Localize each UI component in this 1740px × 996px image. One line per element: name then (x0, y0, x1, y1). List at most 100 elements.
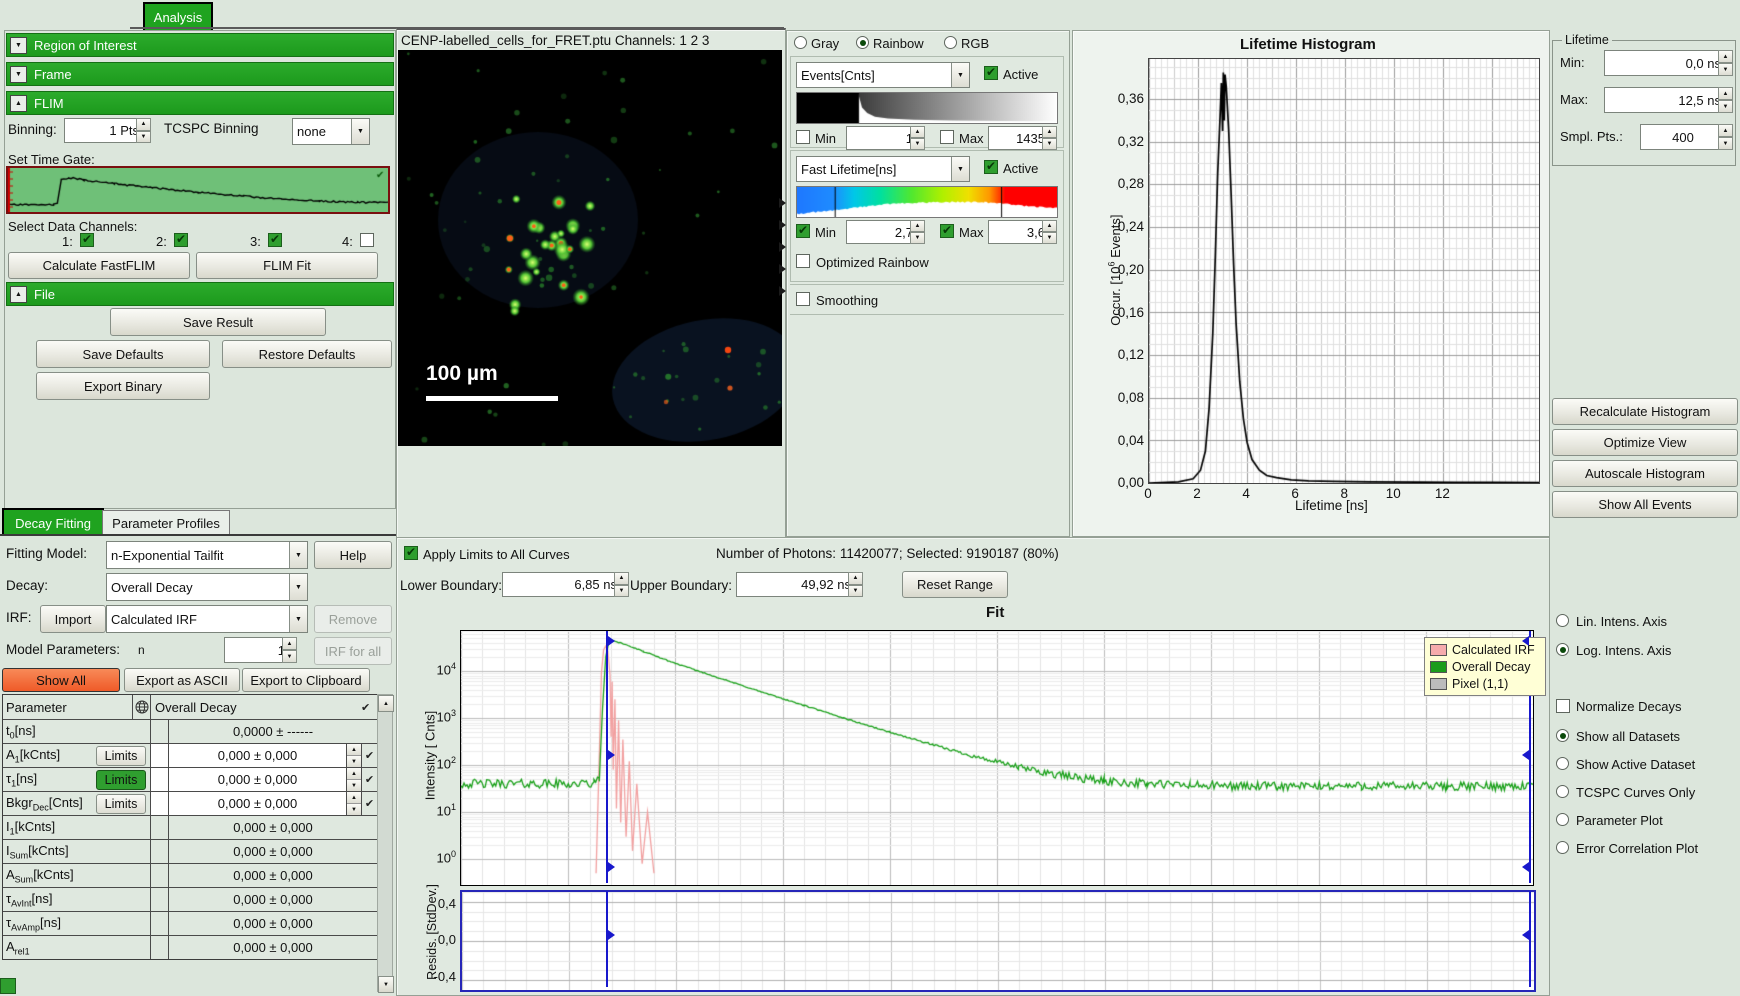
lifetime-min-checkbox[interactable] (796, 224, 810, 238)
save-defaults-button[interactable]: Save Defaults (36, 340, 210, 368)
show-all-button[interactable]: Show All (2, 668, 120, 692)
section-frame[interactable]: ▼ Frame (6, 62, 394, 86)
decay-dropdown[interactable]: Overall Decay ▼ (106, 573, 308, 601)
param-spinner[interactable]: ▲▼ (346, 744, 361, 767)
binning-input[interactable]: 1 Pts (64, 118, 144, 143)
optimized-rainbow-checkbox[interactable] (796, 254, 810, 268)
help-button[interactable]: Help (314, 541, 392, 569)
option-lin-intens-axis[interactable] (1556, 614, 1569, 627)
collapse-icon[interactable]: ▼ (10, 37, 27, 54)
channel-4-checkbox[interactable] (360, 233, 374, 247)
channel-1-checkbox[interactable] (80, 233, 94, 247)
tab-analysis[interactable]: Analysis (143, 2, 213, 30)
fit-check-glyph[interactable]: ✔ (361, 768, 377, 791)
dropdown-arrow-icon[interactable]: ▼ (289, 606, 307, 632)
option-normalize-decays[interactable] (1556, 699, 1570, 713)
intensity-max-spinner[interactable]: ▲▼ (1042, 126, 1057, 150)
flim-image-canvas[interactable] (398, 50, 782, 446)
calculate-fastflim-button[interactable]: Calculate FastFLIM (8, 252, 190, 279)
scroll-down-button[interactable]: ▼ (378, 976, 394, 993)
dropdown-arrow-icon[interactable]: ▼ (289, 542, 307, 568)
restore-defaults-button[interactable]: Restore Defaults (222, 340, 392, 368)
channel-2-checkbox[interactable] (174, 233, 188, 247)
dropdown-arrow-icon[interactable]: ▼ (951, 157, 969, 181)
splitter-arrow-icon[interactable] (779, 264, 786, 274)
show-all-events-button[interactable]: Show All Events (1552, 491, 1738, 518)
autoscale-histogram-button[interactable]: Autoscale Histogram (1552, 460, 1738, 487)
lifetime-min-range-spinner[interactable]: ▲▼ (1718, 50, 1733, 76)
lower-boundary-spinner[interactable]: ▲▼ (614, 572, 629, 597)
lifetime-min-input[interactable]: 2,7 (846, 220, 918, 244)
export-ascii-button[interactable]: Export as ASCII (124, 668, 240, 692)
tcspc-binning-dropdown[interactable]: none ▼ (292, 118, 370, 145)
tab-decay-fitting[interactable]: Decay Fitting (2, 508, 104, 536)
fit-check-glyph[interactable]: ✔ (361, 792, 377, 815)
cursor-handle-icon[interactable] (608, 862, 615, 872)
lifetime-min-spinner[interactable]: ▲▼ (910, 220, 925, 244)
time-gate-widget[interactable] (6, 166, 390, 214)
cursor-handle-icon[interactable] (608, 930, 615, 940)
lifetime-max-range-spinner[interactable]: ▲▼ (1718, 87, 1733, 113)
lifetime-active-checkbox[interactable] (984, 160, 998, 174)
intensity-max-input[interactable]: 1435 (988, 126, 1050, 150)
splitter-arrow-icon[interactable] (779, 286, 786, 296)
sample-points-input[interactable]: 400 (1640, 124, 1726, 150)
lifetime-max-checkbox[interactable] (940, 224, 954, 238)
section-flim[interactable]: ▲ FLIM (6, 91, 394, 115)
globe-icon[interactable] (133, 695, 151, 719)
limits-button[interactable]: Limits (96, 770, 146, 790)
lifetime-min-range-input[interactable]: 0,0 ns (1604, 50, 1726, 76)
residuals-canvas[interactable] (460, 890, 1536, 992)
binning-spinner[interactable]: ▲▼ (136, 118, 151, 143)
intensity-active-checkbox[interactable] (984, 66, 998, 80)
export-clipboard-button[interactable]: Export to Clipboard (242, 668, 370, 692)
smoothing-checkbox[interactable] (796, 292, 810, 306)
sample-points-spinner[interactable]: ▲▼ (1718, 124, 1733, 150)
lifetime-rainbow-strip[interactable] (796, 186, 1058, 218)
cursor-handle-icon[interactable] (1522, 930, 1529, 940)
option-log-intens-axis[interactable] (1556, 643, 1569, 656)
param-spinner[interactable]: ▲▼ (346, 768, 361, 791)
mode-radio-rgb[interactable] (944, 36, 957, 49)
mode-radio-gray[interactable] (794, 36, 807, 49)
intensity-max-checkbox[interactable] (940, 130, 954, 144)
param-value-cell[interactable]: 0,000 ± 0,000 (169, 792, 346, 815)
dropdown-arrow-icon[interactable]: ▼ (289, 574, 307, 600)
lifetime-max-range-input[interactable]: 12,5 ns (1604, 87, 1726, 113)
collapse-icon[interactable]: ▼ (10, 66, 27, 83)
time-gate-canvas[interactable] (8, 168, 388, 212)
option-tcspc-curves-only[interactable] (1556, 785, 1569, 798)
lower-boundary-input[interactable]: 6,85 ns (502, 572, 622, 597)
mode-radio-rainbow[interactable] (856, 36, 869, 49)
tab-parameter-profiles[interactable]: Parameter Profiles (102, 510, 230, 535)
intensity-histogram-strip[interactable] (796, 92, 1058, 124)
fit-check-glyph[interactable]: ✔ (361, 744, 377, 767)
param-spinner[interactable]: ▲▼ (346, 792, 361, 815)
resid-cursor-line[interactable] (1529, 891, 1531, 987)
flim-fit-button[interactable]: FLIM Fit (196, 252, 378, 279)
lifetime-max-input[interactable]: 3,6 (988, 220, 1050, 244)
splitter-arrow-icon[interactable] (779, 220, 786, 230)
option-show-all-datasets[interactable] (1556, 729, 1569, 742)
dropdown-arrow-icon[interactable]: ▼ (951, 63, 969, 87)
lifetime-max-spinner[interactable]: ▲▼ (1042, 220, 1057, 244)
collapse-icon[interactable]: ▲ (10, 95, 27, 112)
irf-remove-button[interactable]: Remove (314, 605, 392, 633)
limits-button[interactable]: Limits (96, 746, 146, 766)
param-value-cell[interactable]: 0,000 ± 0,000 (169, 744, 346, 767)
cursor-handle-icon[interactable] (608, 750, 615, 760)
irf-import-button[interactable]: Import (40, 605, 106, 633)
table-scrollbar[interactable]: ▲ ▼ (377, 694, 393, 992)
scroll-up-button[interactable]: ▲ (378, 695, 394, 712)
collapse-icon[interactable]: ▲ (10, 286, 27, 303)
upper-boundary-input[interactable]: 49,92 ns (736, 572, 856, 597)
option-error-correlation-plot[interactable] (1556, 841, 1569, 854)
n-spinner[interactable]: ▲▼ (282, 637, 297, 663)
intensity-min-input[interactable]: 1 (846, 126, 918, 150)
irf-for-all-button[interactable]: IRF for all (314, 637, 392, 665)
cursor-handle-icon[interactable] (1522, 636, 1529, 646)
upper-boundary-spinner[interactable]: ▲▼ (848, 572, 863, 597)
splitter-arrow-icon[interactable] (779, 242, 786, 252)
option-show-active-dataset[interactable] (1556, 757, 1569, 770)
cursor-handle-icon[interactable] (608, 636, 615, 646)
